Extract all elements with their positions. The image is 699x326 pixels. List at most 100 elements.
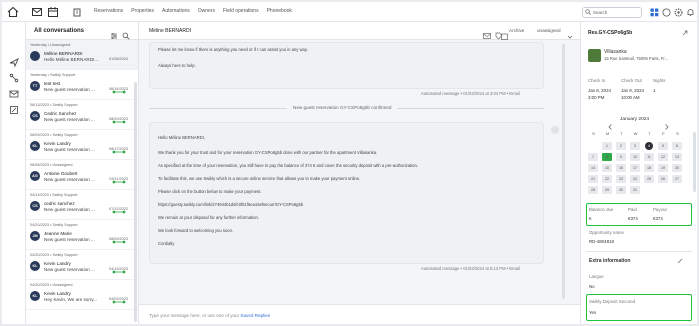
conversation-name: Kevin Landry <box>44 261 71 266</box>
route-icon[interactable] <box>8 72 20 84</box>
nights-value: 1 <box>653 88 656 93</box>
conversation-meta: Yesterday • Swikly Support <box>30 73 76 77</box>
chevron-down-icon[interactable] <box>567 27 575 39</box>
conversation-item[interactable]: 04/20/2023 • Swikly Support JM Jeanne Mari… <box>26 220 138 250</box>
conversation-item[interactable]: 04/11/2023 • Swikly Support CS cedric sanc… <box>26 190 138 220</box>
calendar-day[interactable]: 14 <box>588 164 598 172</box>
calendar-day[interactable]: 5 <box>658 142 668 150</box>
mail-icon[interactable] <box>8 88 20 100</box>
conversation-meta: 08/08/2023 • Unassigned <box>30 163 73 167</box>
calendar-day[interactable]: 10 <box>630 153 640 161</box>
assignee-dropdown[interactable]: unassigned <box>537 28 561 33</box>
opportunity-label: Opportunity name <box>589 230 624 235</box>
divider <box>586 251 692 252</box>
calendar-day[interactable]: 27 <box>672 175 682 183</box>
calendar-day[interactable]: 25 <box>644 175 654 183</box>
conversation-list: All conversations Yesterday • Unassigned… <box>26 22 139 324</box>
calendar-day[interactable]: 1 <box>602 142 612 150</box>
reservation-id[interactable]: Res.GY-CSPo6g5b <box>588 30 632 36</box>
conversation-item[interactable]: 04/20/2023 • Swikly Support KL Kevin Landr… <box>26 250 138 280</box>
calendar-day[interactable]: 21 <box>588 175 598 183</box>
plane-icon[interactable] <box>8 56 20 68</box>
filter-icon[interactable] <box>110 27 118 39</box>
calendar-day[interactable]: 20 <box>672 164 682 172</box>
calendar-day[interactable]: 24 <box>630 175 640 183</box>
search-icon <box>585 9 591 18</box>
scrollbar[interactable] <box>562 44 565 299</box>
calendar-day[interactable]: 8 <box>602 153 612 161</box>
scrollbar[interactable] <box>693 132 696 192</box>
calendar-day[interactable]: 26 <box>658 175 668 183</box>
weekday-label: T <box>620 131 623 136</box>
message-composer[interactable]: Type your message here, or use one of yo… <box>139 304 580 324</box>
calendar-day[interactable]: 28 <box>588 186 598 194</box>
calendar-day[interactable]: 7 <box>588 153 598 161</box>
calendar-day[interactable]: 3 <box>630 142 640 150</box>
nav-item[interactable]: Field operations <box>223 8 259 14</box>
calendar-day[interactable]: 2 <box>616 142 626 150</box>
search-input[interactable]: Search <box>582 7 642 18</box>
building-icon[interactable] <box>70 5 84 19</box>
calendar-day[interactable]: 13 <box>672 153 682 161</box>
reaction-icon[interactable] <box>551 126 559 134</box>
composer-placeholder: Type your message here, or use one of yo… <box>149 313 270 318</box>
calendar-day[interactable]: 11 <box>644 153 654 161</box>
conversation-name: cedric sanchez <box>44 201 75 206</box>
checkout-time: 10:00 AM <box>621 95 640 100</box>
nav-item[interactable]: Reservations <box>94 8 123 14</box>
expand-icon[interactable] <box>682 30 688 37</box>
calendar-day[interactable]: 23 <box>616 175 626 183</box>
message-line: We thank you for your trust and for your… <box>158 150 378 155</box>
payment-link[interactable]: https://guesty.swikly.com/link/274944b1d… <box>158 202 303 207</box>
archive-button[interactable]: Archive <box>509 28 524 33</box>
calendar-day[interactable]: 17 <box>630 164 640 172</box>
calendar-day[interactable]: 9 <box>616 153 626 161</box>
calendar-day[interactable]: 15 <box>602 164 612 172</box>
calendar-day[interactable]: 6 <box>672 142 682 150</box>
conversation-date: 04/13/2023 <box>108 267 128 271</box>
archive-icon[interactable] <box>501 27 509 40</box>
payout-value: €374 <box>653 216 663 221</box>
bell-icon[interactable] <box>683 5 697 19</box>
calendar-day[interactable]: 29 <box>602 186 612 194</box>
langue-value: No <box>589 284 595 289</box>
calendar-day[interactable]: 22 <box>602 175 612 183</box>
scrollbar[interactable] <box>134 82 137 322</box>
conversation-meta: 04/20/2023 • Swikly Support <box>30 223 78 227</box>
nav-item[interactable]: Phonebook <box>267 8 292 14</box>
calendar-day[interactable]: 19 <box>658 164 668 172</box>
nav-item[interactable]: Properties <box>131 8 154 14</box>
langue-label: Langue <box>589 274 604 279</box>
calendar-day[interactable]: 12 <box>658 153 668 161</box>
conversation-item[interactable]: 04/20/2023 • Unassigned KL Kevin Landry Hey… <box>26 280 138 310</box>
checkin-label: Check In <box>588 78 606 83</box>
conversation-name: Kevin Landry <box>44 141 71 146</box>
calendar-icon[interactable] <box>46 5 60 19</box>
message-line: We look forward to welcoming you soon. <box>158 228 234 233</box>
home-icon[interactable] <box>6 5 20 19</box>
calendar-day[interactable]: 18 <box>644 164 654 172</box>
edit-icon[interactable] <box>8 104 20 116</box>
envelope-icon[interactable] <box>483 27 491 39</box>
conversation-name: Jeanne Marie <box>44 231 72 236</box>
conversation-item[interactable]: 08/09/2023 • Swikly Support KL Kevin Landr… <box>26 130 138 160</box>
conversation-item[interactable]: 08/13/2023 • Swikly Support CS Cedric Sanc… <box>26 100 138 130</box>
calendar-day[interactable]: 30 <box>616 186 626 194</box>
calendar-day[interactable]: 4 <box>645 142 653 150</box>
message-line: Hello Méline BERNARDI, <box>158 135 206 140</box>
property-name[interactable]: Villasanka <box>604 49 627 55</box>
saved-replies-link[interactable]: Saved Replies <box>240 313 270 318</box>
calendar-day[interactable]: 16 <box>616 164 626 172</box>
chat-contact-name: Méline BERNARDI <box>149 28 191 34</box>
edit-icon[interactable] <box>677 258 683 265</box>
nav-item[interactable]: Owners <box>198 8 215 14</box>
conversation-item[interactable]: Yesterday • Swikly Support TT test test New… <box>26 70 138 100</box>
conversation-item[interactable]: 08/08/2023 • Unassigned AG Antoine Goubert… <box>26 160 138 190</box>
search-icon[interactable] <box>122 27 130 40</box>
nav-item[interactable]: Automations <box>162 8 190 14</box>
conversation-item[interactable]: Yesterday • Unassigned Méline BERNARDI Hel… <box>26 40 138 70</box>
calendar-day[interactable]: 31 <box>630 186 640 194</box>
checkout-date: Jan 9, 2024 <box>621 88 644 93</box>
inbox-icon[interactable] <box>30 5 44 19</box>
conversation-name: Méline BERNARDI <box>44 51 83 56</box>
